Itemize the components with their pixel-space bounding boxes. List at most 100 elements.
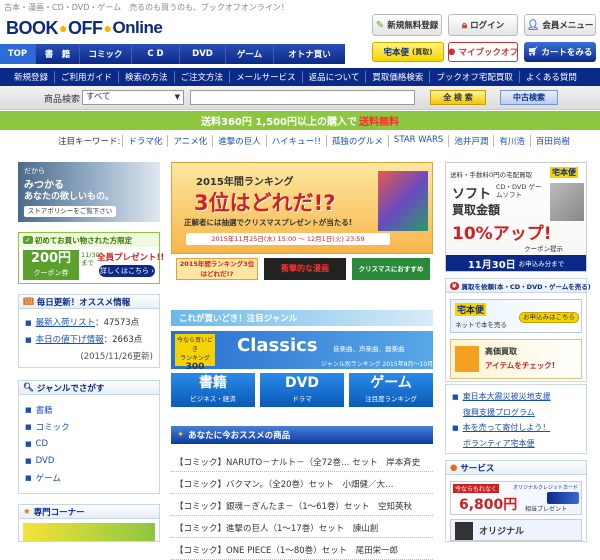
takuhaibin-apply-banner[interactable]: 宅本便 ネットで本を売る お申込みはこちら — [450, 299, 582, 333]
tkb-coupon: クーポン提示 — [524, 245, 563, 253]
coupon-head: ✓ 初めてお買い物された方限定 — [19, 233, 159, 247]
dvd-category-sub: ドラマ — [292, 395, 312, 403]
tab-books[interactable]: 書 籍 — [36, 44, 80, 64]
service-icon: ● — [450, 462, 458, 473]
dvd-category-banner[interactable]: DVD ドラマ — [260, 373, 344, 407]
tab-comics[interactable]: コミック — [80, 44, 132, 64]
classics-sub: ジャンル別ランキング 2015年8月～10月 — [321, 361, 433, 368]
keyword-item[interactable]: ドラマ化 — [122, 135, 167, 147]
search-label: 商品検索 — [44, 95, 81, 105]
square-bullet-icon: ■ — [25, 473, 32, 482]
square-bullet-icon: ■ — [25, 439, 32, 448]
ranking-quiz-banner[interactable]: 2015年間ランキング 3位はどれだ!? 正解者には抽選でクリスマスプレゼントが… — [171, 162, 433, 254]
menu-item-faq[interactable]: よくある質問 — [520, 71, 583, 83]
keyword-item[interactable]: 池井戸潤 — [448, 135, 493, 147]
buyback-title: 買取を依頼(本・CD・DVD・ゲームを売る) — [461, 282, 591, 291]
tkb-line1: 送料・手数料0円の宅配買取 — [450, 171, 533, 179]
tab-cd[interactable]: C D — [132, 44, 180, 64]
keyword-item[interactable]: ハイキュー!! — [265, 135, 326, 147]
menu-item-delivery-buyback[interactable]: ブックオフ宅配買取 — [430, 71, 520, 83]
menu-item-guide[interactable]: ご利用ガイド — [55, 71, 120, 83]
first-purchase-coupon[interactable]: ✓ 初めてお買い物された方限定 200円 クーポン券 11/30まで 全員プレゼ… — [18, 232, 164, 284]
member-menu-button[interactable]: 👤︎ 会員メニュー — [524, 14, 596, 36]
special-corner-image[interactable] — [23, 523, 155, 541]
cart-button[interactable]: 🛒︎ カートをみる — [524, 42, 596, 62]
buyback-box: ¥ 買取を依頼(本・CD・DVD・ゲームを売る) 宅本便 ネットで本を売る お申… — [445, 278, 591, 382]
ranking-thumb-1[interactable]: 2015年間ランキング3位はどれだ!? — [176, 258, 258, 280]
price-drop-count: ：2663点 — [103, 335, 143, 345]
site-logo[interactable]: BOOK ● OFF ● Online — [6, 16, 164, 40]
menu-item-mail[interactable]: メールサービス — [230, 71, 303, 83]
menu-item-price-search[interactable]: 買取価格検索 — [366, 71, 431, 83]
keyword-item[interactable]: 孤独のグルメ — [325, 135, 388, 147]
coupon-head-text: 初めてお買い物された方限定 — [34, 235, 133, 245]
logo-online: Online — [112, 18, 163, 37]
login-button[interactable]: 🔒︎ ログイン — [448, 14, 518, 36]
daily-new-row: ■ 最新入荷リスト：47573点 — [25, 315, 159, 332]
store-policy-button[interactable]: ストアポリシーをご覧下さい — [24, 206, 116, 217]
recommend-item[interactable]: 【コミック】進撃の巨人（1～17巻）セット 諫山創 — [171, 518, 433, 538]
logo-off: OFF — [67, 17, 103, 38]
genre-item-books[interactable]: ■ 書籍 — [19, 401, 159, 418]
daily-sale-row: ■ 本日の値下げ情報：2663点 — [25, 332, 159, 349]
shipping-banner[interactable]: 送料360円 1,500円以上の購入で 送料無料 — [0, 111, 600, 130]
menu-item-register[interactable]: 新規登録 — [8, 71, 56, 83]
tab-bulk-buy[interactable]: オトナ買い — [274, 44, 345, 64]
search-used-button[interactable]: 中古検索 — [500, 90, 558, 105]
genre-item-cd[interactable]: ■ CD — [19, 435, 159, 452]
recommend-item[interactable]: 【コミック】ONE PIECE（1～80巻）セット 尾田栄一郎 — [171, 540, 433, 560]
recommend-header: ✦ あなたに今おススメの商品 — [171, 426, 433, 444]
credit-card-banner[interactable]: 今ならもれなく 6,800円 オリジナルクレジットカード 相当プレゼント — [450, 481, 582, 515]
coupon-date: 11/30まで — [81, 251, 100, 267]
support-link-4[interactable]: ボランティア宅本便 — [463, 439, 535, 448]
classics-banner[interactable]: 今なら買いどき ランキング 300 Classics 音楽曲、声楽曲、器楽曲 ジ… — [171, 331, 433, 369]
books-category-banner[interactable]: 書籍 ビジネス・経済 — [171, 373, 255, 407]
keyword-item[interactable]: 進撃の巨人 — [212, 135, 266, 147]
original-goods-banner[interactable]: オリジナル — [450, 519, 582, 541]
search-category-select[interactable]: すべて ▼ — [82, 90, 184, 105]
menu-item-order-help[interactable]: ご注文方法 — [175, 71, 231, 83]
takuhaibin-button[interactable]: 宅本便 (買取) — [372, 42, 444, 62]
ranking-thumb-3[interactable]: クリスマスにおすすめ — [352, 258, 430, 280]
kaitori-apply-button[interactable]: お申込みはこちら — [519, 312, 579, 323]
genre-item-dvd[interactable]: ■ DVD — [19, 452, 159, 469]
high-price-banner[interactable]: 高価買取 アイテムをチェック! — [450, 339, 582, 379]
square-bullet-icon: ■ — [25, 456, 32, 465]
genre-item-game[interactable]: ■ ゲーム — [19, 469, 159, 486]
support-link-2[interactable]: 復興支援プログラム — [463, 408, 535, 417]
ranking-thumb-2[interactable]: 衝撃的な漫画 — [264, 258, 346, 280]
tab-dvd[interactable]: DVD — [180, 44, 226, 64]
coupon-details-button[interactable]: 詳しくはこちら › — [99, 265, 155, 277]
coupon-details-label: 詳しくはこちら — [99, 267, 149, 275]
recommend-item[interactable]: 【コミック】バクマン。（全20巻）セット 小畑健／大… — [171, 474, 433, 494]
price-drop-link[interactable]: 本日の値下げ情報 — [36, 335, 104, 345]
store-policy-banner[interactable]: だから みつかる あなたの欲しいもの。 ストアポリシーをご覧下さい — [18, 162, 160, 222]
tab-top[interactable]: TOP — [0, 44, 36, 64]
takuhaibin-promo-banner[interactable]: 送料・手数料0円の宅配買取 宅本便 ソフト CD・DVD ゲームソフト 買取金額… — [445, 162, 587, 272]
keyword-item[interactable]: 百田尚樹 — [529, 135, 575, 147]
recommend-item[interactable]: 【コミック】NARUTO－ナルト－（全72巻… セット 岸本斉史 — [171, 452, 433, 472]
support-link-3[interactable]: 本を売って寄付しよう！ — [463, 423, 551, 432]
keyword-item[interactable]: STAR WARS — [387, 135, 448, 147]
daily-update-list: ■ 最新入荷リスト：47573点 ■ 本日の値下げ情報：2663点 (2015/11… — [19, 309, 159, 366]
mypage-button[interactable]: ● マイブックオフ — [448, 42, 518, 62]
tab-game[interactable]: ゲーム — [226, 44, 274, 64]
register-button[interactable]: ✎ 新規無料登録 — [372, 14, 442, 36]
ranking-question: 3位はどれだ!? — [194, 191, 336, 215]
recommend-item[interactable]: 【コミック】銀魂－ぎんたま－（1～61巻）セット 空知英秋 — [171, 496, 433, 516]
menu-item-search-help[interactable]: 検索の方法 — [119, 71, 175, 83]
dvd-category-title: DVD — [284, 375, 320, 391]
keyword-item[interactable]: 有川浩 — [493, 135, 530, 147]
search-input[interactable] — [190, 90, 415, 105]
tkb-media: CD・DVD ゲームソフト — [496, 183, 542, 199]
genre-item-comics[interactable]: ■ コミック — [19, 418, 159, 435]
menu-item-returns[interactable]: 返品について — [303, 71, 367, 83]
genre-header: 🔍︎ ジャンルでさがす — [19, 381, 159, 395]
new-arrivals-link[interactable]: 最新入荷リスト — [36, 318, 96, 328]
mypage-label: マイブックオフ — [458, 48, 518, 58]
tkb-percent: 10%アップ! — [452, 224, 552, 244]
keyword-item[interactable]: アニメ化 — [167, 135, 212, 147]
game-category-banner[interactable]: ゲーム 注目度ランキング — [349, 373, 433, 407]
search-all-button[interactable]: 全 検 索 — [430, 90, 486, 105]
support-link-1[interactable]: 東日本大震災被災地支援 — [463, 392, 551, 401]
